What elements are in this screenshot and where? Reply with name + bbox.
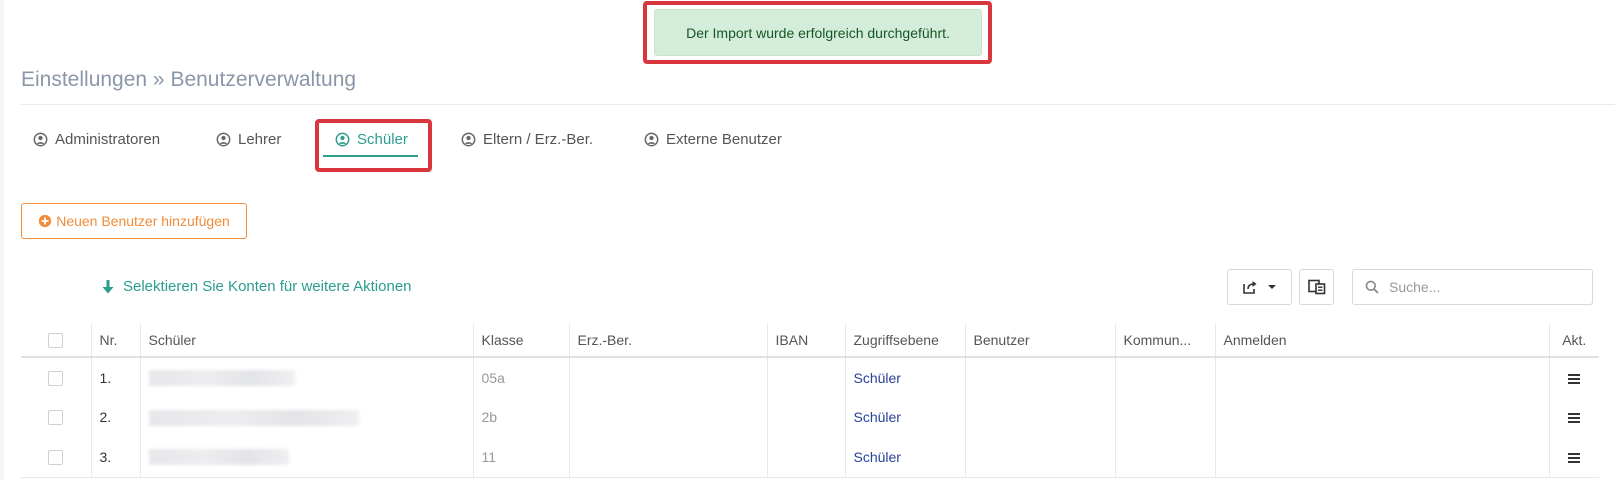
user-circle-icon xyxy=(216,132,231,146)
add-user-label: Neuen Benutzer hinzufügen xyxy=(56,213,230,229)
row-zugriffsebene[interactable]: Schüler xyxy=(844,357,965,397)
tab-highlight-frame xyxy=(315,119,432,172)
search-icon xyxy=(1365,280,1379,294)
row-actions-cell xyxy=(1548,357,1599,397)
row-checkbox[interactable] xyxy=(48,370,64,386)
user-circle-icon xyxy=(33,132,48,146)
tab-label: Eltern / Erz.-Ber. xyxy=(483,130,594,148)
row-student-name[interactable] xyxy=(139,357,473,397)
page-title: Einstellungen » Benutzerverwaltung xyxy=(21,68,357,91)
row-kommunikation xyxy=(1114,397,1215,437)
share-icon xyxy=(1243,281,1257,294)
row-actions-cell xyxy=(1548,397,1599,437)
toggle-columns-button[interactable] xyxy=(1299,269,1334,305)
row-checkbox-cell xyxy=(21,397,91,437)
tab-administratoren[interactable]: Administratoren xyxy=(33,128,160,150)
row-zugriffsebene[interactable]: Schüler xyxy=(844,437,965,478)
row-anmelden xyxy=(1214,437,1549,478)
row-student-name[interactable] xyxy=(139,397,473,437)
plus-circle-icon xyxy=(39,214,52,228)
row-nr: 1. xyxy=(90,357,140,397)
header-kommunikation[interactable]: Kommun... xyxy=(1114,324,1215,358)
table-row[interactable]: 3. 11 Schüler xyxy=(21,437,1599,478)
header-klasse[interactable]: Klasse xyxy=(472,324,569,358)
redacted-name xyxy=(148,409,359,426)
row-zugriffsebene[interactable]: Schüler xyxy=(844,397,965,437)
row-iban xyxy=(766,437,845,478)
table-row[interactable]: 2. 2b Schüler xyxy=(21,397,1599,437)
select-hint-label: Selektieren Sie Konten für weitere Aktio… xyxy=(123,278,412,295)
select-all-checkbox[interactable] xyxy=(48,333,64,349)
row-klasse: 05a xyxy=(472,357,569,397)
row-checkbox-cell xyxy=(21,437,91,478)
header-divider xyxy=(21,104,1615,105)
row-benutzer xyxy=(964,357,1115,397)
header-zugriffsebene[interactable]: Zugriffsebene xyxy=(844,324,965,358)
row-actions-cell xyxy=(1548,437,1599,478)
row-anmelden xyxy=(1214,357,1549,397)
arrow-down-icon xyxy=(102,279,114,293)
user-circle-icon xyxy=(461,132,476,146)
table-header-row: Nr. Schüler Klasse Erz.-Ber. IBAN Zugrif… xyxy=(21,324,1599,358)
row-nr: 2. xyxy=(90,397,140,437)
tab-externe-benutzer[interactable]: Externe Benutzer xyxy=(644,128,782,150)
select-accounts-hint[interactable]: Selektieren Sie Konten für weitere Aktio… xyxy=(101,278,412,295)
users-table: Nr. Schüler Klasse Erz.-Ber. IBAN Zugrif… xyxy=(21,324,1599,478)
hamburger-menu-icon[interactable] xyxy=(1568,373,1581,384)
table-row[interactable]: 1. 05a Schüler xyxy=(21,357,1599,397)
header-iban[interactable]: IBAN xyxy=(766,324,845,358)
row-checkbox-cell xyxy=(21,357,91,397)
row-checkbox[interactable] xyxy=(48,410,64,426)
redacted-name xyxy=(148,370,295,387)
row-checkbox[interactable] xyxy=(48,450,64,466)
hamburger-menu-icon[interactable] xyxy=(1568,413,1581,424)
header-nr[interactable]: Nr. xyxy=(90,324,140,358)
row-iban xyxy=(766,397,845,437)
search-box[interactable] xyxy=(1352,269,1593,305)
row-klasse: 11 xyxy=(472,437,569,478)
row-benutzer xyxy=(964,397,1115,437)
user-circle-icon xyxy=(644,132,659,146)
row-student-name[interactable] xyxy=(139,437,473,478)
add-user-button[interactable]: Neuen Benutzer hinzufügen xyxy=(21,203,247,239)
row-kommunikation xyxy=(1114,357,1215,397)
header-erz-ber[interactable]: Erz.-Ber. xyxy=(568,324,767,358)
tab-eltern[interactable]: Eltern / Erz.-Ber. xyxy=(461,128,593,150)
row-nr: 3. xyxy=(90,437,140,478)
export-button[interactable] xyxy=(1227,269,1292,305)
header-benutzer[interactable]: Benutzer xyxy=(964,324,1115,358)
hamburger-menu-icon[interactable] xyxy=(1568,453,1581,464)
row-kommunikation xyxy=(1114,437,1215,478)
redacted-name xyxy=(148,449,289,466)
row-benutzer xyxy=(964,437,1115,478)
search-input[interactable] xyxy=(1389,279,1579,295)
header-anmelden[interactable]: Anmelden xyxy=(1214,324,1549,358)
tab-lehrer[interactable]: Lehrer xyxy=(216,128,281,150)
select-all-header xyxy=(21,324,91,358)
row-klasse: 2b xyxy=(472,397,569,437)
row-erz-ber xyxy=(568,397,767,437)
tab-label: Externe Benutzer xyxy=(666,130,782,148)
columns-icon xyxy=(1307,279,1325,295)
tab-label: Administratoren xyxy=(55,130,161,148)
alert-highlight-frame xyxy=(643,1,992,64)
page-left-edge xyxy=(0,0,4,480)
tab-label: Lehrer xyxy=(238,130,282,148)
row-erz-ber xyxy=(568,437,767,478)
header-schueler[interactable]: Schüler xyxy=(139,324,473,358)
row-iban xyxy=(766,357,845,397)
row-erz-ber xyxy=(568,357,767,397)
caret-down-icon xyxy=(1268,285,1276,289)
header-aktionen: Akt. xyxy=(1548,324,1599,358)
row-anmelden xyxy=(1214,397,1549,437)
